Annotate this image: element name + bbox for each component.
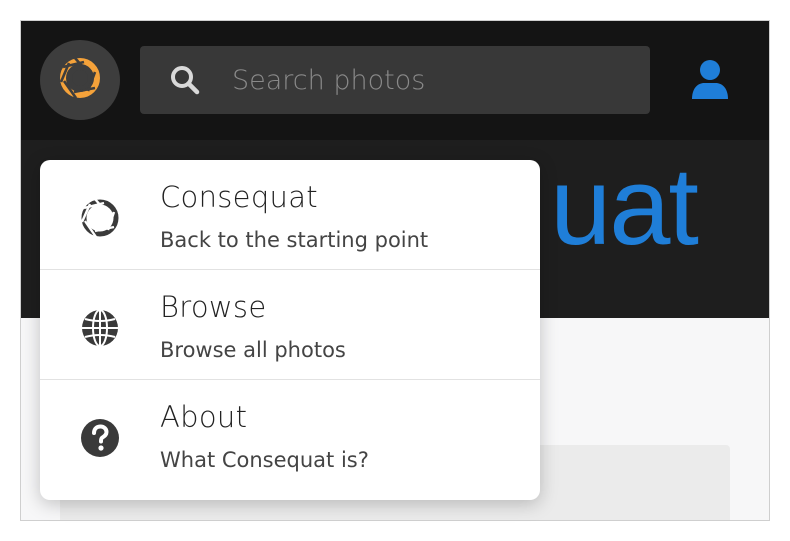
user-icon — [691, 59, 729, 105]
menu-item-subtitle: Browse all photos — [160, 338, 346, 362]
search-icon[interactable] — [168, 63, 202, 97]
menu-item-title: Browse — [160, 290, 267, 324]
top-bar — [21, 21, 769, 140]
menu-item-title: About — [160, 400, 248, 434]
search-input[interactable] — [232, 64, 612, 96]
menu-item-subtitle: Back to the starting point — [160, 228, 429, 252]
menu-item-home[interactable]: Consequat Back to the starting point — [40, 160, 540, 270]
aperture-icon — [80, 198, 120, 238]
user-account-button[interactable] — [685, 57, 735, 107]
menu-item-subtitle: What Consequat is? — [160, 448, 369, 472]
menu-item-title: Consequat — [160, 180, 318, 214]
navigation-menu: Consequat Back to the starting point Bro… — [40, 160, 540, 500]
search-bar — [140, 46, 650, 114]
question-circle-icon — [80, 418, 120, 458]
aperture-logo-icon — [58, 56, 102, 104]
logo-menu-button[interactable] — [40, 40, 120, 120]
menu-item-about[interactable]: About What Consequat is? — [40, 380, 540, 492]
menu-item-browse[interactable]: Browse Browse all photos — [40, 270, 540, 380]
globe-icon — [80, 308, 120, 348]
